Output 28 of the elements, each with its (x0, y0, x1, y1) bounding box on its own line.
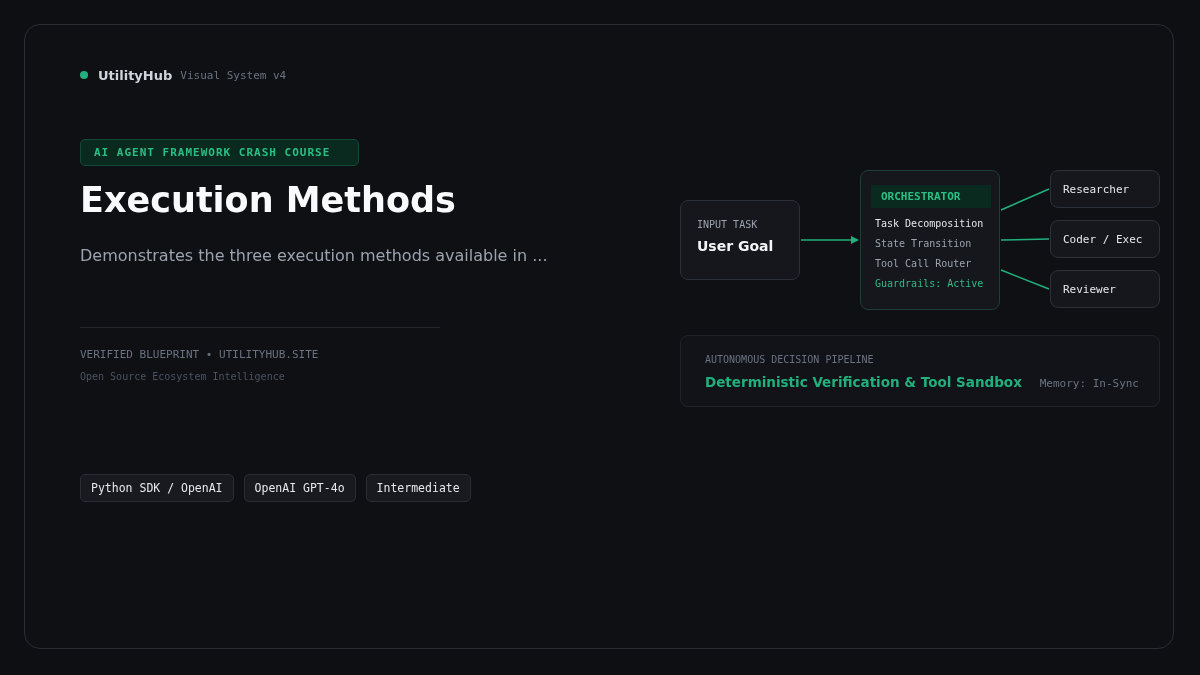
node-title: ORCHESTRATOR (871, 185, 991, 208)
verified-label: VERIFIED BLUEPRINT • UTILITYHUB.SITE (80, 348, 319, 361)
connector-line (1000, 269, 1050, 290)
status-dot (80, 71, 88, 79)
slide-title: Execution Methods (80, 180, 456, 220)
pipeline-label: AUTONOMOUS DECISION PIPELINE (705, 354, 875, 365)
step-label: Guardrails: Active (875, 277, 984, 291)
node-title: User Goal (697, 238, 775, 254)
pipeline-title: Deterministic Verification & Tool Sandbox (705, 374, 1022, 390)
tag: Python SDK / OpenAI (80, 474, 234, 502)
step-label: Task Decomposition (875, 217, 984, 231)
agent-node: Researcher (1050, 170, 1160, 208)
step-label: Tool Call Router (875, 257, 972, 271)
tag: Intermediate (365, 474, 471, 502)
memory-status: Memory: In-Sync (1039, 377, 1139, 390)
connector-line (1000, 188, 1050, 211)
flow-arrow (800, 236, 859, 244)
agent-node: Reviewer (1050, 270, 1160, 308)
tagline: Open Source Ecosystem Intelligence (80, 371, 285, 382)
course-badge: AI AGENT FRAMEWORK CRASH COURSE (80, 139, 360, 166)
agent-node: Coder / Exec (1050, 220, 1160, 258)
brand-name: UtilityHub (98, 67, 173, 83)
step-label: State Transition (875, 237, 972, 251)
brand-subtitle: Visual System v4 (180, 68, 287, 82)
description: Demonstrates the three execution methods available in ... (80, 246, 548, 265)
connector-line (1000, 238, 1050, 241)
node-label: INPUT TASK (697, 219, 759, 230)
tag: OpenAI GPT-4o (243, 474, 356, 502)
